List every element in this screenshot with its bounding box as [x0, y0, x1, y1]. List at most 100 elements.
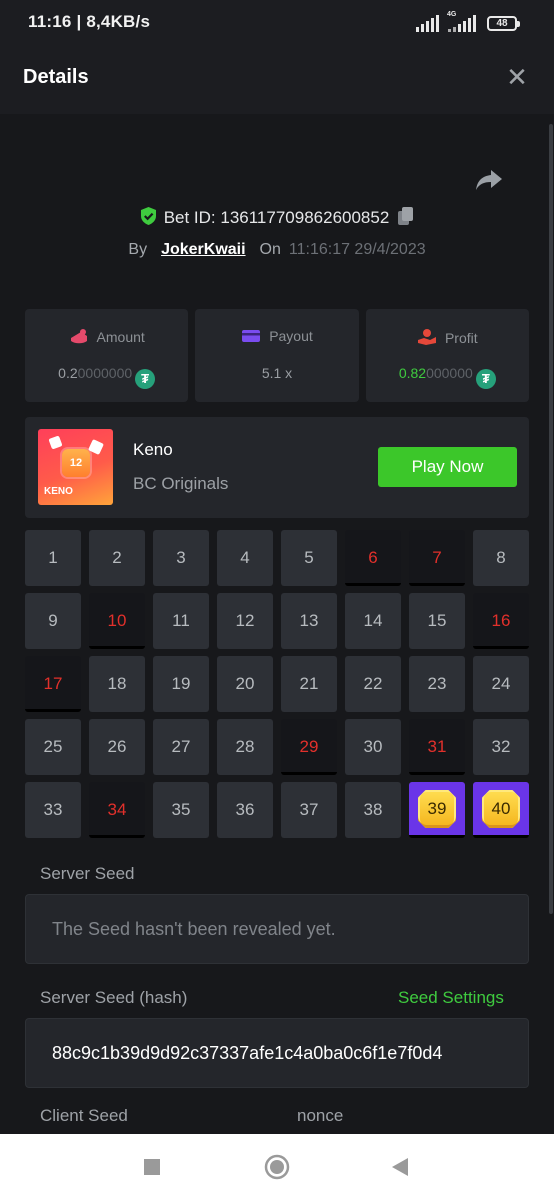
- verified-shield-icon: [140, 207, 156, 225]
- keno-cell-number: 31: [427, 737, 447, 756]
- back-icon[interactable]: [391, 1157, 409, 1177]
- copy-icon[interactable]: [397, 206, 415, 226]
- keno-cell-15[interactable]: 15: [409, 593, 465, 649]
- keno-cell-2[interactable]: 2: [89, 530, 145, 586]
- keno-cell-number: 4: [240, 548, 250, 567]
- play-now-button[interactable]: Play Now: [378, 447, 517, 487]
- details-content: Bet ID: 136117709862600852 By JokerKwaii O…: [0, 114, 554, 1134]
- keno-cell-number: 32: [491, 737, 511, 756]
- keno-cell-number: 2: [112, 548, 122, 567]
- keno-cell-13[interactable]: 13: [281, 593, 337, 649]
- seed-settings-link[interactable]: Seed Settings: [398, 988, 504, 1008]
- keno-cell-39[interactable]: 39: [409, 782, 465, 838]
- username-link[interactable]: JokerKwaii: [161, 241, 245, 258]
- keno-cell-1[interactable]: 1: [25, 530, 81, 586]
- keno-cell-number: 23: [427, 674, 447, 693]
- server-hash-field[interactable]: 88c9c1b39d9d92c37337afe1c4a0ba0c6f1e7f0d…: [25, 1018, 529, 1088]
- game-provider: BC Originals: [133, 474, 229, 493]
- keno-thumbnail[interactable]: 12 KENO: [38, 429, 113, 505]
- amount-card: Amount 0.20000000 ₮: [25, 309, 189, 402]
- server-seed-field[interactable]: The Seed hasn't been revealed yet.: [25, 894, 529, 964]
- keno-cell-36[interactable]: 36: [217, 782, 273, 838]
- keno-cell-28[interactable]: 28: [217, 719, 273, 775]
- usdt-icon: ₮: [475, 369, 496, 389]
- payout-value: 5.1 x: [261, 365, 293, 381]
- keno-cell-16[interactable]: 16: [473, 593, 529, 649]
- keno-cell-27[interactable]: 27: [153, 719, 209, 775]
- client-seed-label: Client Seed: [40, 1106, 128, 1125]
- keno-cell-25[interactable]: 25: [25, 719, 81, 775]
- keno-cell-26[interactable]: 26: [89, 719, 145, 775]
- home-icon[interactable]: [264, 1154, 290, 1180]
- keno-cell-number: 10: [107, 611, 127, 630]
- keno-cell-number: 33: [43, 800, 63, 819]
- keno-cell-number: 25: [43, 737, 63, 756]
- payout-icon: [242, 330, 261, 342]
- dice-icon: [48, 435, 63, 450]
- amount-value-dim: 0000000: [77, 365, 133, 381]
- bet-author-row: By JokerKwaii On 11:16:17 29/4/2023: [0, 241, 554, 259]
- keno-cell-19[interactable]: 19: [153, 656, 209, 712]
- keno-cell-37[interactable]: 37: [281, 782, 337, 838]
- keno-cell-7[interactable]: 7: [409, 530, 465, 586]
- keno-cell-22[interactable]: 22: [345, 656, 401, 712]
- payout-card: Payout 5.1 x: [195, 309, 359, 402]
- keno-cell-20[interactable]: 20: [217, 656, 273, 712]
- by-label: By: [128, 241, 148, 258]
- keno-cell-31[interactable]: 31: [409, 719, 465, 775]
- keno-cell-30[interactable]: 30: [345, 719, 401, 775]
- keno-cell-35[interactable]: 35: [153, 782, 209, 838]
- keno-cell-4[interactable]: 4: [217, 530, 273, 586]
- keno-cell-number: 30: [363, 737, 383, 756]
- status-time: 11:16 | 8,4KB/s: [28, 12, 151, 31]
- share-icon[interactable]: [474, 166, 504, 194]
- keno-cell-6[interactable]: 6: [345, 530, 401, 586]
- keno-cell-17[interactable]: 17: [25, 656, 81, 712]
- wifi-signal-icon: [416, 14, 439, 32]
- keno-cell-38[interactable]: 38: [345, 782, 401, 838]
- keno-cell-number: 21: [299, 674, 319, 693]
- profit-card: Profit 0.82000000 ₮: [365, 309, 529, 402]
- keno-cell-11[interactable]: 11: [153, 593, 209, 649]
- server-seed-label: Server Seed: [40, 864, 135, 883]
- keno-cell-21[interactable]: 21: [281, 656, 337, 712]
- payout-label: Payout: [269, 328, 313, 344]
- keno-cell-number: 7: [432, 548, 442, 567]
- keno-cell-number: 15: [427, 611, 447, 630]
- details-header: Details ✕: [0, 40, 554, 114]
- close-icon[interactable]: ✕: [502, 62, 532, 92]
- keno-cell-40[interactable]: 40: [473, 782, 529, 838]
- keno-cell-10[interactable]: 10: [89, 593, 145, 649]
- profit-label: Profit: [444, 330, 478, 346]
- keno-cell-29[interactable]: 29: [281, 719, 337, 775]
- keno-cell-5[interactable]: 5: [281, 530, 337, 586]
- keno-cell-12[interactable]: 12: [217, 593, 273, 649]
- keno-cell-number: 36: [235, 800, 255, 819]
- scrollbar[interactable]: [549, 124, 553, 914]
- keno-cell-number: 19: [171, 674, 191, 693]
- keno-cell-number: 11: [172, 611, 190, 630]
- keno-cell-number: 3: [176, 548, 186, 567]
- keno-cell-14[interactable]: 14: [345, 593, 401, 649]
- keno-cell-23[interactable]: 23: [409, 656, 465, 712]
- keno-cell-number: 35: [171, 800, 191, 819]
- keno-cell-8[interactable]: 8: [473, 530, 529, 586]
- profit-value-main: 0.82: [398, 365, 427, 381]
- keno-cell-number: 17: [43, 674, 63, 693]
- profit-icon: [417, 329, 436, 345]
- keno-cell-number: 37: [299, 800, 319, 819]
- keno-cell-number: 38: [363, 800, 383, 819]
- keno-cell-3[interactable]: 3: [153, 530, 209, 586]
- amount-icon: [70, 329, 87, 344]
- recents-icon[interactable]: [143, 1158, 161, 1176]
- keno-cell-33[interactable]: 33: [25, 782, 81, 838]
- keno-cell-18[interactable]: 18: [89, 656, 145, 712]
- keno-cell-34[interactable]: 34: [89, 782, 145, 838]
- keno-cell-24[interactable]: 24: [473, 656, 529, 712]
- bet-stats: Amount 0.20000000 ₮ Payout 5.1 x Profit 0…: [25, 309, 529, 402]
- keno-cell-32[interactable]: 32: [473, 719, 529, 775]
- system-nav-bar: [0, 1134, 554, 1200]
- keno-cell-number: 18: [107, 674, 127, 693]
- keno-cell-9[interactable]: 9: [25, 593, 81, 649]
- keno-cell-number: 27: [171, 737, 191, 756]
